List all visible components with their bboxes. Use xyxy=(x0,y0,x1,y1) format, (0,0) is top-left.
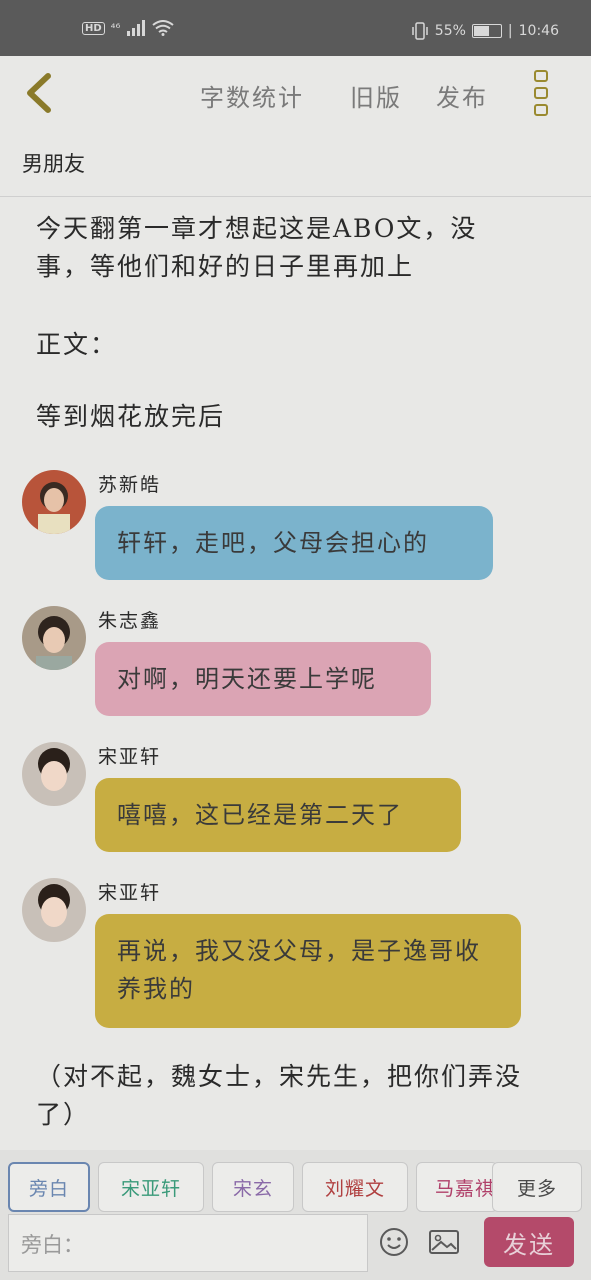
message-bubble[interactable]: 嘻嘻，这已经是第二天了 xyxy=(95,778,461,852)
back-button[interactable] xyxy=(20,70,60,116)
message-bubble[interactable]: 再说，我又没父母，是子逸哥收养我的 xyxy=(95,914,521,1028)
network-label: ⁴⁶ xyxy=(110,21,121,35)
more-dot xyxy=(534,104,548,116)
speaker-name: 宋亚轩 xyxy=(98,882,162,904)
tab-character[interactable]: 宋玄 xyxy=(212,1162,294,1212)
speaker-name: 宋亚轩 xyxy=(98,746,162,768)
chat-message[interactable]: 宋亚轩 再说，我又没父母，是子逸哥收养我的 xyxy=(22,878,562,1034)
avatar[interactable] xyxy=(22,606,86,670)
message-bubble[interactable]: 轩轩，走吧，父母会担心的 xyxy=(95,506,493,580)
status-left: HD ⁴⁶ xyxy=(82,20,174,36)
battery-level xyxy=(473,26,490,36)
narration-paragraph[interactable]: 等到烟花放完后 xyxy=(36,398,225,436)
narration-paragraph[interactable]: 今天翻第一章才想起这是ABO文，没事，等他们和好的日子里再加上 xyxy=(36,210,516,286)
avatar[interactable] xyxy=(22,470,86,534)
tab-narration[interactable]: 旁白 xyxy=(8,1162,90,1212)
clock: 10:46 xyxy=(518,23,559,39)
battery-icon xyxy=(471,24,502,38)
send-button[interactable]: 发送 xyxy=(484,1217,574,1267)
battery-percent: 55% xyxy=(434,23,466,39)
chat-message[interactable]: 苏新皓 轩轩，走吧，父母会担心的 xyxy=(22,470,562,590)
top-toolbar: 字数统计 旧版 发布 xyxy=(0,56,591,136)
message-bubble[interactable]: 对啊，明天还要上学呢 xyxy=(95,642,431,716)
divider xyxy=(0,196,591,197)
narration-paragraph[interactable]: 正文： xyxy=(36,326,117,364)
narration-paragraph[interactable]: （对不起，魏女士，宋先生，把你们弄没了） xyxy=(36,1058,556,1134)
status-right: 55% | 10:46 xyxy=(411,22,559,40)
avatar[interactable] xyxy=(22,742,86,806)
input-row: 旁白： 发送 xyxy=(0,1214,591,1280)
more-vertical-icon[interactable] xyxy=(534,70,552,116)
chevron-left-icon xyxy=(27,73,51,113)
image-icon[interactable] xyxy=(428,1226,460,1258)
more-dot xyxy=(534,70,548,82)
status-bar: HD ⁴⁶ 55% | 10:46 xyxy=(0,0,591,56)
chapter-title[interactable]: 男朋友 xyxy=(22,148,85,178)
speaker-name: 朱志鑫 xyxy=(98,610,162,632)
tab-character[interactable]: 刘耀文 xyxy=(302,1162,408,1212)
chat-message[interactable]: 宋亚轩 嘻嘻，这已经是第二天了 xyxy=(22,742,562,862)
tab-character[interactable]: 宋亚轩 xyxy=(98,1162,204,1212)
divider-bar: | xyxy=(507,23,513,39)
wifi-icon xyxy=(152,20,174,36)
signal-icon xyxy=(127,20,146,36)
chat-message[interactable]: 朱志鑫 对啊，明天还要上学呢 xyxy=(22,606,562,726)
hd-badge: HD xyxy=(82,21,105,35)
vibrate-icon xyxy=(412,22,428,40)
publish-button[interactable]: 发布 xyxy=(436,78,488,113)
smiley-icon[interactable] xyxy=(378,1226,410,1258)
more-dot xyxy=(534,87,548,99)
old-version-button[interactable]: 旧版 xyxy=(350,78,402,113)
tab-more[interactable]: 更多 xyxy=(492,1162,582,1212)
tab-character[interactable]: 马嘉祺 xyxy=(416,1162,498,1212)
character-tabs: 旁白 宋亚轩 宋玄 刘耀文 马嘉祺 更多 xyxy=(0,1150,591,1214)
avatar[interactable] xyxy=(22,878,86,942)
message-input[interactable]: 旁白： xyxy=(8,1214,368,1272)
speaker-name: 苏新皓 xyxy=(98,474,162,496)
word-count-button[interactable]: 字数统计 xyxy=(200,78,304,113)
